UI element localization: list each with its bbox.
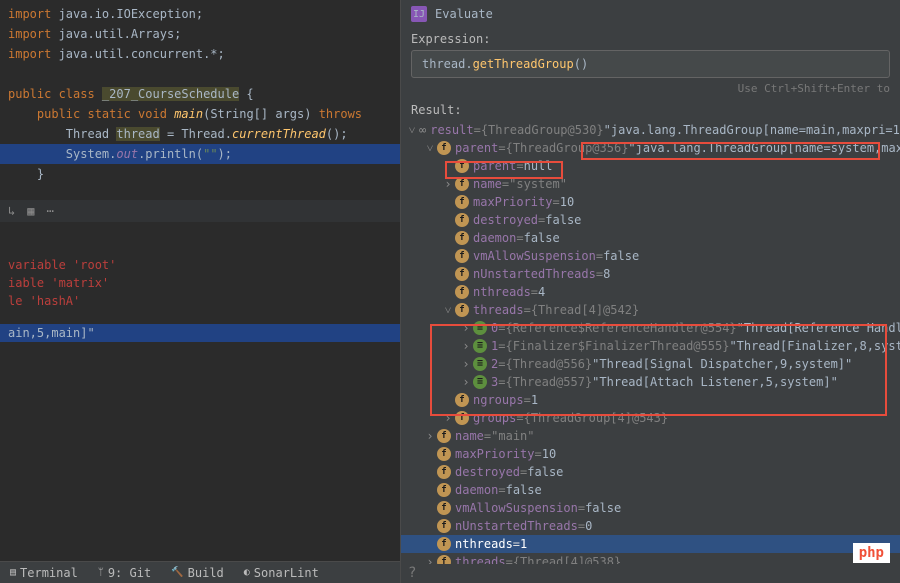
sonarlint-tab[interactable]: ◐SonarLint <box>234 566 329 580</box>
bottom-toolbar: ▤Terminal ᛘ9: Git 🔨Build ◐SonarLint <box>0 561 400 583</box>
field-icon: f <box>455 177 469 191</box>
annotation-box <box>581 142 880 160</box>
expression-input[interactable]: thread.getThreadGroup() <box>411 50 890 78</box>
chevron-down-icon[interactable]: ˅ <box>405 121 419 139</box>
help-icon[interactable]: ? <box>408 565 416 581</box>
tree-node[interactable]: fmaxPriority = 10 <box>401 445 900 463</box>
tree-node[interactable]: fvmAllowSuspension = false <box>401 499 900 517</box>
field-icon: f <box>437 555 451 564</box>
variables-panel: variable 'root' iable 'matrix' le 'hashA… <box>0 252 400 346</box>
code-line[interactable]: import java.util.concurrent.*; <box>0 44 400 64</box>
annotation-box <box>430 324 887 416</box>
expression-label: Expression: <box>401 28 900 48</box>
code-line[interactable]: Thread thread = Thread.currentThread(); <box>0 124 400 144</box>
hammer-icon: 🔨 <box>171 567 183 578</box>
tree-node[interactable]: fnUnstartedThreads = 0 <box>401 517 900 535</box>
field-icon: f <box>455 231 469 245</box>
git-tab[interactable]: ᛘ9: Git <box>88 566 161 580</box>
terminal-icon: ▤ <box>10 567 16 578</box>
variable-item[interactable]: variable 'root' <box>0 256 400 274</box>
git-icon: ᛘ <box>98 567 104 578</box>
code-line[interactable]: public class _207_CourseSchedule { <box>0 84 400 104</box>
watermark: php <box>853 543 890 563</box>
field-icon: f <box>437 429 451 443</box>
tree-node[interactable]: fvmAllowSuspension = false <box>401 247 900 265</box>
field-icon: f <box>455 213 469 227</box>
tree-node[interactable]: ›fthreads = {Thread[4]@538} <box>401 553 900 564</box>
field-icon: f <box>455 267 469 281</box>
field-icon: f <box>455 195 469 209</box>
tree-node[interactable]: fdestroyed = false <box>401 211 900 229</box>
field-icon: f <box>437 447 451 461</box>
code-editor-panel: import java.io.IOException; import java.… <box>0 0 400 583</box>
code-line[interactable]: import java.io.IOException; <box>0 4 400 24</box>
code-line[interactable]: } <box>0 164 400 184</box>
terminal-tab[interactable]: ▤Terminal <box>0 566 88 580</box>
tree-node[interactable]: fdaemon = false <box>401 481 900 499</box>
gutter-grid-icon[interactable]: ▦ <box>27 204 34 218</box>
code-line[interactable]: public static void main(String[] args) t… <box>0 104 400 124</box>
code-line-current[interactable]: System.out.println(""); <box>0 144 400 164</box>
tree-node[interactable]: fdestroyed = false <box>401 463 900 481</box>
chevron-right-icon[interactable]: › <box>423 427 437 445</box>
code-area[interactable]: import java.io.IOException; import java.… <box>0 0 400 188</box>
tree-node-selected[interactable]: fnthreads = 1 <box>401 535 900 553</box>
tree-node-result[interactable]: ˅∞result = {ThreadGroup@530} "java.lang.… <box>401 121 900 139</box>
build-tab[interactable]: 🔨Build <box>161 566 234 580</box>
tree-node[interactable]: fdaemon = false <box>401 229 900 247</box>
field-icon: f <box>437 537 451 551</box>
sonar-icon: ◐ <box>244 567 250 578</box>
evaluate-window: IJ Evaluate Expression: thread.getThread… <box>400 0 900 583</box>
field-icon: f <box>455 303 469 317</box>
annotation-box <box>445 161 563 179</box>
tree-node[interactable]: ›fname = "main" <box>401 427 900 445</box>
tree-node[interactable]: fnUnstartedThreads = 8 <box>401 265 900 283</box>
chevron-down-icon[interactable]: ˅ <box>441 301 455 319</box>
field-icon: f <box>437 519 451 533</box>
gutter-tree-icon[interactable]: ↳ <box>8 204 15 218</box>
variable-item[interactable]: iable 'matrix' <box>0 274 400 292</box>
tree-node[interactable]: fnthreads = 4 <box>401 283 900 301</box>
code-line[interactable]: import java.util.Arrays; <box>0 24 400 44</box>
field-icon: f <box>437 483 451 497</box>
intellij-icon: IJ <box>411 6 427 22</box>
code-line[interactable] <box>0 64 400 84</box>
evaluate-title: Evaluate <box>435 7 493 21</box>
field-icon: f <box>455 249 469 263</box>
field-icon: f <box>455 285 469 299</box>
field-icon: f <box>437 465 451 479</box>
gutter-toolbar: ↳ ▦ ⋯ <box>0 200 400 222</box>
evaluate-titlebar[interactable]: IJ Evaluate <box>401 0 900 28</box>
eval-hint: Use Ctrl+Shift+Enter to <box>401 82 900 101</box>
chevron-right-icon[interactable]: › <box>423 553 437 564</box>
variable-item[interactable]: le 'hashA' <box>0 292 400 310</box>
gutter-more-icon[interactable]: ⋯ <box>46 204 53 218</box>
result-label: Result: <box>401 101 900 121</box>
field-icon: f <box>437 141 451 155</box>
tree-node[interactable]: fmaxPriority = 10 <box>401 193 900 211</box>
chevron-down-icon[interactable]: ˅ <box>423 139 437 157</box>
variable-item-selected[interactable]: ain,5,main]" <box>0 324 400 342</box>
field-icon: f <box>437 501 451 515</box>
tree-node-threads[interactable]: ˅fthreads = {Thread[4]@542} <box>401 301 900 319</box>
infinity-icon: ∞ <box>419 121 426 139</box>
